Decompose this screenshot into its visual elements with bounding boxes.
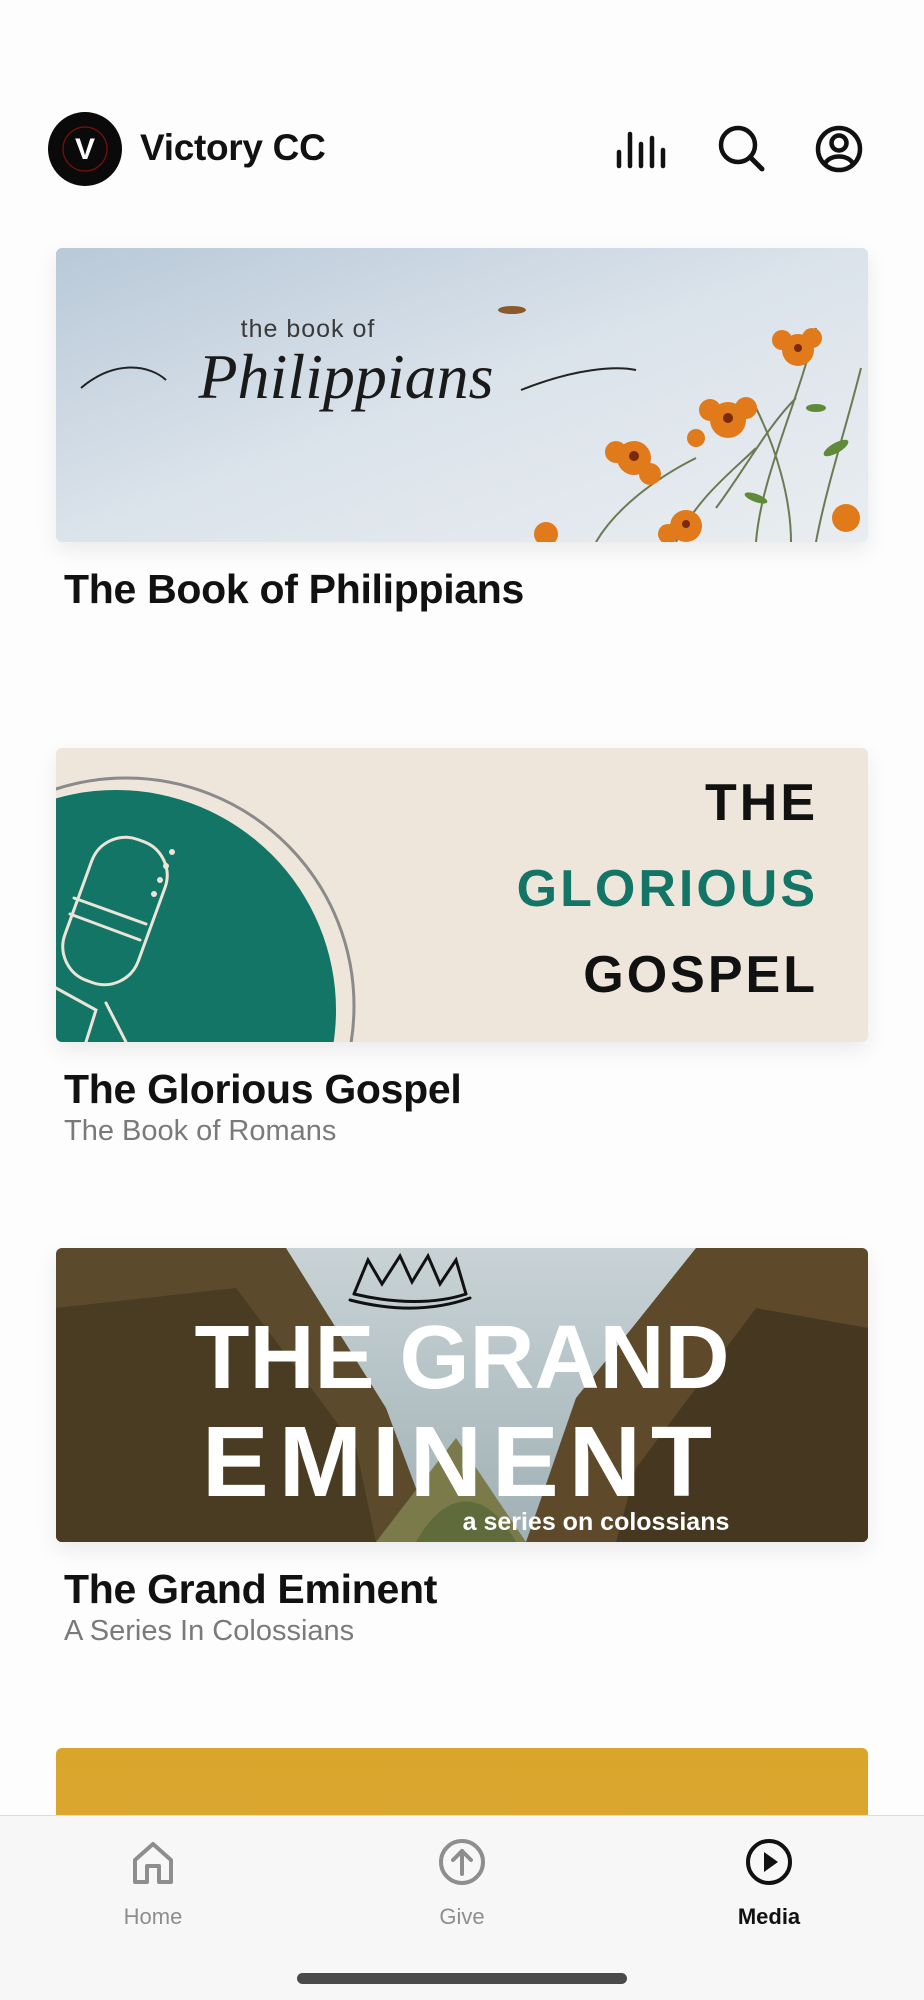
logo-letter: V	[75, 133, 95, 166]
series-banner[interactable]: THE GRAND EMINENT a series on colossians	[56, 1248, 868, 1542]
banner-kicker: the book of	[241, 315, 376, 343]
give-icon	[434, 1834, 490, 1890]
series-title[interactable]: The Glorious Gospel	[64, 1066, 462, 1113]
banner-line1: THE GRAND	[195, 1308, 730, 1408]
series-title[interactable]: The Grand Eminent	[64, 1566, 437, 1613]
tab-label: Home	[123, 1904, 183, 1929]
series-card[interactable]: THE GLORIOUS GOSPEL The Glorious Gospel …	[56, 748, 868, 1147]
equalizer-icon[interactable]	[614, 122, 668, 176]
series-card[interactable]: THE GRAND EMINENT a series on colossians…	[56, 1248, 868, 1647]
app-title: Victory CC	[140, 127, 326, 168]
series-subtitle: A Series In Colossians	[64, 1615, 355, 1647]
series-card[interactable]: the book of Philippians The Book of Phil…	[56, 248, 868, 612]
tab-give[interactable]: Give	[382, 1834, 542, 1944]
play-icon	[741, 1834, 797, 1890]
home-icon	[125, 1834, 181, 1890]
banner-line2: EMINENT	[202, 1406, 722, 1518]
tab-label: Media	[737, 1904, 801, 1929]
banner-script-title: Philippians	[197, 341, 493, 412]
series-title[interactable]: The Book of Philippians	[64, 566, 524, 613]
series-subtitle: The Book of Romans	[64, 1115, 337, 1147]
search-icon[interactable]	[714, 122, 768, 176]
app-header: V Victory CC	[0, 100, 924, 196]
tab-label: Give	[439, 1904, 485, 1929]
banner-tagline: a series on colossians	[463, 1508, 730, 1536]
series-banner[interactable]: THE GLORIOUS GOSPEL	[56, 748, 868, 1042]
banner-line1: THE	[705, 774, 818, 832]
media-screen: V Victory CC the book of Philippians The…	[0, 0, 924, 2000]
tab-media[interactable]: Media	[689, 1834, 849, 1944]
account-icon[interactable]	[812, 122, 866, 176]
banner-line2: GLORIOUS	[517, 860, 818, 918]
church-logo[interactable]: V	[48, 112, 122, 186]
banner-line3: GOSPEL	[583, 946, 818, 1004]
series-banner[interactable]: the book of Philippians	[56, 248, 868, 542]
tab-home[interactable]: Home	[73, 1834, 233, 1944]
home-indicator[interactable]	[297, 1973, 627, 1984]
